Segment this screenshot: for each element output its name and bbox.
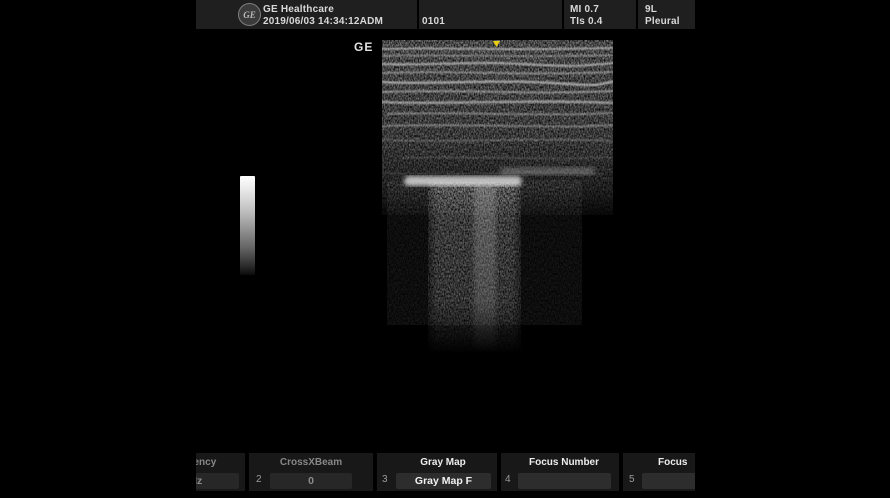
softkey-number: 5 <box>629 474 635 485</box>
preset-name: Pleural <box>645 16 680 27</box>
softkey-value-box[interactable] <box>642 473 695 489</box>
softkey-gray-map[interactable]: Gray Map 3 Gray Map F <box>377 453 497 491</box>
softkey-crossxbeam[interactable]: CrossXBeam 2 0 <box>249 453 373 491</box>
ultrasound-system-screen: { "header": { "logo_monogram": "GE", "br… <box>0 0 890 498</box>
ge-watermark: GE <box>354 40 373 54</box>
mi-value: MI 0.7 <box>570 4 599 15</box>
ge-logo-icon: GE <box>238 3 261 26</box>
ultrasound-display: GE GE Healthcare 2019/06/03 14:34:12ADM … <box>196 0 695 498</box>
softkey-focus-number[interactable]: Focus Number 4 <box>501 453 619 491</box>
header-divider <box>636 0 638 29</box>
reverberation-column <box>428 182 521 352</box>
datetime-text: 2019/06/03 14:34:12ADM <box>263 16 383 27</box>
softkey-label: CrossXBeam <box>280 457 342 468</box>
softkey-value-box[interactable]: Gray Map F <box>396 473 491 489</box>
header-divider <box>562 0 564 29</box>
ultrasound-scan-image[interactable] <box>382 40 613 355</box>
pleural-line-right <box>500 167 595 175</box>
softkey-number: 4 <box>505 474 511 485</box>
softkey-label: Frequency <box>196 457 216 468</box>
header-divider <box>417 0 419 29</box>
softkey-value-box[interactable] <box>518 473 611 489</box>
softkey-value-box[interactable]: 0 <box>270 473 352 489</box>
softkey-number: 3 <box>382 474 388 485</box>
softkey-label: Gray Map <box>420 457 466 468</box>
grayscale-reference-bar <box>240 176 255 275</box>
header-bar: GE GE Healthcare 2019/06/03 14:34:12ADM … <box>196 0 695 31</box>
softkey-label: Focus Number <box>529 457 599 468</box>
tis-value: TIs 0.4 <box>570 16 603 27</box>
exam-id: 0101 <box>422 16 445 27</box>
softkey-value-box[interactable]: MHz <box>196 473 239 489</box>
softkey-label: Focus <box>658 457 687 468</box>
softkey-frequency[interactable]: Frequency MHz <box>196 453 245 491</box>
probe-name: 9L <box>645 4 657 15</box>
softkey-number: 2 <box>256 474 262 485</box>
brand-name: GE Healthcare <box>263 4 334 15</box>
softkey-focus[interactable]: Focus 5 <box>623 453 695 491</box>
